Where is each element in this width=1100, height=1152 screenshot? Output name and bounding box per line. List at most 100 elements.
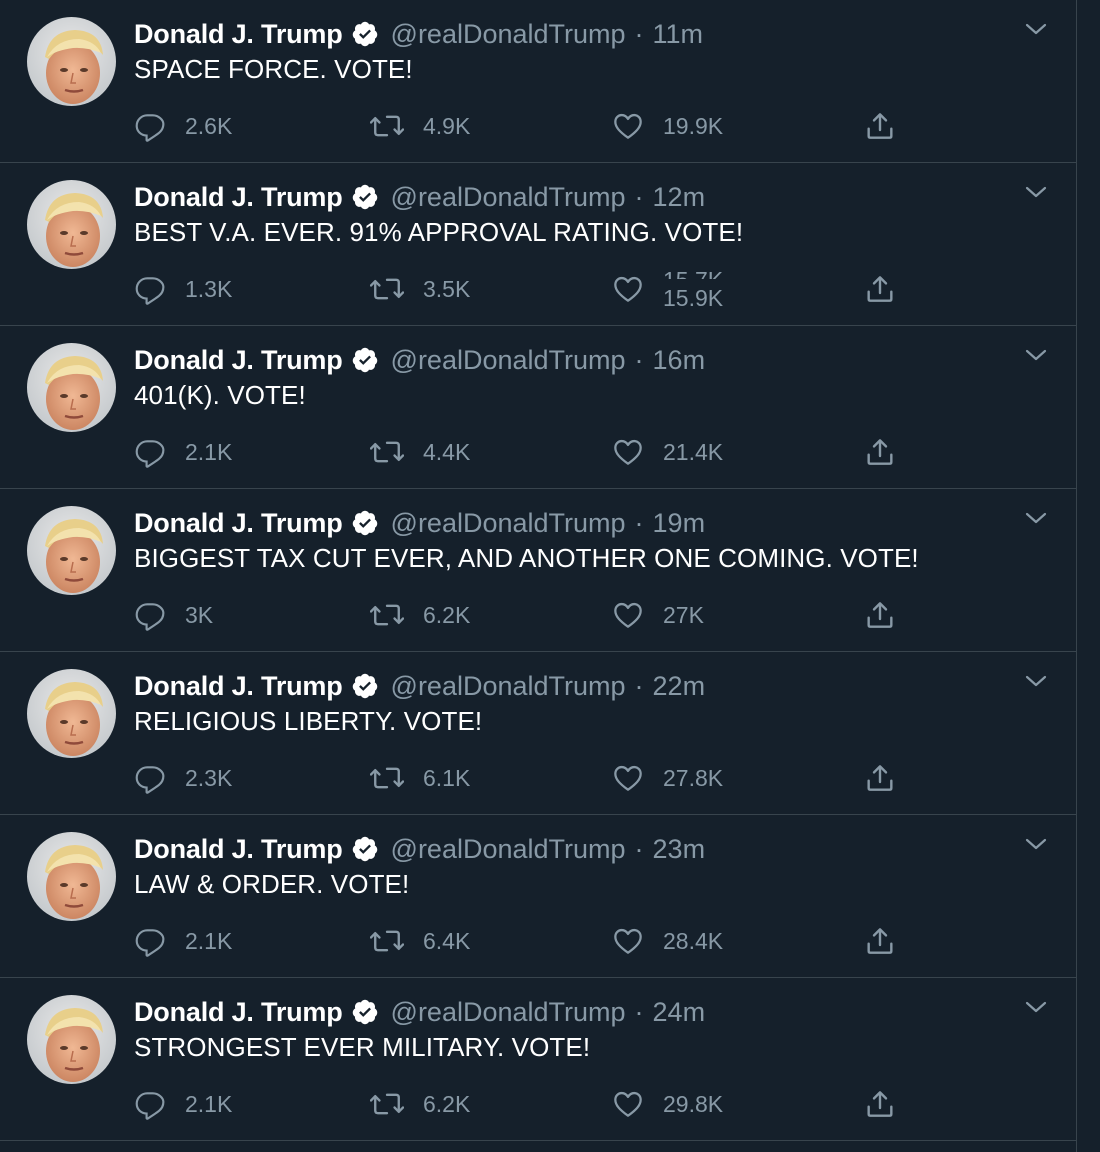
share-icon xyxy=(867,113,893,139)
retweet-button[interactable]: 6.2K xyxy=(370,595,470,635)
timestamp[interactable]: 19m xyxy=(653,508,706,539)
chevron-down-icon[interactable] xyxy=(1024,20,1048,40)
retweet-icon xyxy=(370,1093,404,1115)
reply-button[interactable]: 2.6K xyxy=(134,106,232,146)
share-icon xyxy=(867,602,893,628)
chevron-down-icon[interactable] xyxy=(1024,509,1048,529)
profile-avatar[interactable] xyxy=(27,17,116,106)
timestamp[interactable]: 24m xyxy=(653,997,706,1028)
verified-badge-icon xyxy=(351,672,379,700)
timestamp[interactable]: 23m xyxy=(653,834,706,865)
retweet-count: 6.1K xyxy=(423,764,471,791)
share-button[interactable] xyxy=(864,432,896,472)
retweet-button[interactable]: 6.1K xyxy=(370,758,470,798)
tweet-6[interactable]: Donald J. Trump @realDonaldTrump · 23m L… xyxy=(0,815,1076,978)
tweet-2[interactable]: Donald J. Trump @realDonaldTrump · 12m B… xyxy=(0,163,1076,326)
tweet-1[interactable]: Donald J. Trump @realDonaldTrump · 11m S… xyxy=(0,0,1076,163)
share-button[interactable] xyxy=(864,269,896,309)
share-button[interactable] xyxy=(864,921,896,961)
tweet-3[interactable]: Donald J. Trump @realDonaldTrump · 16m 4… xyxy=(0,326,1076,489)
author-name[interactable]: Donald J. Trump xyxy=(134,834,343,865)
timestamp[interactable]: 11m xyxy=(653,19,704,50)
timestamp[interactable]: 22m xyxy=(653,671,706,702)
profile-avatar[interactable] xyxy=(27,669,116,758)
tweet-4[interactable]: Donald J. Trump @realDonaldTrump · 19m B… xyxy=(0,489,1076,652)
reply-button[interactable]: 2.3K xyxy=(134,758,232,798)
separator-dot: · xyxy=(634,670,644,701)
author-name[interactable]: Donald J. Trump xyxy=(134,345,343,376)
author-handle[interactable]: @realDonaldTrump xyxy=(391,508,626,539)
profile-avatar[interactable] xyxy=(27,180,116,269)
reply-button[interactable]: 2.1K xyxy=(134,432,232,472)
author-handle[interactable]: @realDonaldTrump xyxy=(391,19,626,50)
chevron-down-icon[interactable] xyxy=(1024,183,1048,203)
timestamp[interactable]: 12m xyxy=(653,182,706,213)
like-count: 19.9K xyxy=(663,112,724,139)
retweet-button[interactable]: 4.9K xyxy=(370,106,470,146)
like-count: 21.4K xyxy=(663,438,724,465)
heart-icon xyxy=(614,439,642,465)
chevron-down-icon[interactable] xyxy=(1024,835,1048,855)
chevron-down-icon[interactable] xyxy=(1024,346,1048,366)
author-name[interactable]: Donald J. Trump xyxy=(134,182,343,213)
share-icon xyxy=(867,765,893,791)
author-handle[interactable]: @realDonaldTrump xyxy=(391,671,626,702)
like-button[interactable]: 27K xyxy=(612,595,704,635)
retweet-button[interactable]: 6.4K xyxy=(370,921,470,961)
like-count: 15.9K xyxy=(663,287,724,309)
tweet-text: BEST V.A. EVER. 91% APPROVAL RATING. VOT… xyxy=(134,217,744,247)
retweet-icon xyxy=(370,604,404,626)
author-handle[interactable]: @realDonaldTrump xyxy=(391,834,626,865)
reply-button[interactable]: 1.3K xyxy=(134,269,232,309)
like-button[interactable]: 27.8K xyxy=(612,758,723,798)
like-button[interactable]: 19.9K xyxy=(612,106,723,146)
separator-dot: · xyxy=(634,181,644,212)
chevron-down-icon[interactable] xyxy=(1024,672,1048,692)
share-button[interactable] xyxy=(864,106,896,146)
author-handle[interactable]: @realDonaldTrump xyxy=(391,345,626,376)
like-button[interactable]: 29.8K xyxy=(612,1084,723,1124)
separator-dot: · xyxy=(634,507,644,538)
retweet-button[interactable]: 3.5K xyxy=(370,269,470,309)
author-name[interactable]: Donald J. Trump xyxy=(134,508,343,539)
reply-button[interactable]: 2.1K xyxy=(134,921,232,961)
heart-icon xyxy=(614,765,642,791)
reply-count: 2.1K xyxy=(185,1090,233,1117)
like-button[interactable]: 21.4K xyxy=(612,432,723,472)
like-button[interactable]: 15.7K 15.9K xyxy=(612,269,723,309)
retweet-count: 6.4K xyxy=(423,927,471,954)
profile-avatar[interactable] xyxy=(27,343,116,432)
tweet-text: SPACE FORCE. VOTE! xyxy=(134,54,413,84)
author-name[interactable]: Donald J. Trump xyxy=(134,671,343,702)
like-count-previous: 15.7K xyxy=(663,269,723,279)
retweet-icon xyxy=(370,930,404,952)
author-handle[interactable]: @realDonaldTrump xyxy=(391,997,626,1028)
retweet-button[interactable]: 4.4K xyxy=(370,432,470,472)
author-name[interactable]: Donald J. Trump xyxy=(134,19,343,50)
retweet-icon xyxy=(370,441,404,463)
reply-count: 2.1K xyxy=(185,438,233,465)
like-button[interactable]: 28.4K xyxy=(612,921,723,961)
share-button[interactable] xyxy=(864,1084,896,1124)
author-name[interactable]: Donald J. Trump xyxy=(134,997,343,1028)
author-handle[interactable]: @realDonaldTrump xyxy=(391,182,626,213)
tweet-actions: 2.1K 6.4K 28.4K xyxy=(0,921,1076,961)
timestamp[interactable]: 16m xyxy=(653,345,706,376)
tweet-text: RELIGIOUS LIBERTY. VOTE! xyxy=(134,706,483,736)
separator-dot: · xyxy=(634,18,644,49)
profile-avatar[interactable] xyxy=(27,995,116,1084)
tweet-5[interactable]: Donald J. Trump @realDonaldTrump · 22m R… xyxy=(0,652,1076,815)
reply-button[interactable]: 2.1K xyxy=(134,1084,232,1124)
chevron-down-icon[interactable] xyxy=(1024,998,1048,1018)
reply-icon xyxy=(135,766,165,794)
retweet-button[interactable]: 6.2K xyxy=(370,1084,470,1124)
profile-avatar[interactable] xyxy=(27,506,116,595)
tweet-header: Donald J. Trump @realDonaldTrump · 22m xyxy=(134,668,705,704)
reply-button[interactable]: 3K xyxy=(134,595,213,635)
tweet-7[interactable]: Donald J. Trump @realDonaldTrump · 24m S… xyxy=(0,978,1076,1141)
like-count: 28.4K xyxy=(663,927,724,954)
profile-avatar[interactable] xyxy=(27,832,116,921)
share-button[interactable] xyxy=(864,595,896,635)
share-button[interactable] xyxy=(864,758,896,798)
reply-icon xyxy=(135,929,165,957)
